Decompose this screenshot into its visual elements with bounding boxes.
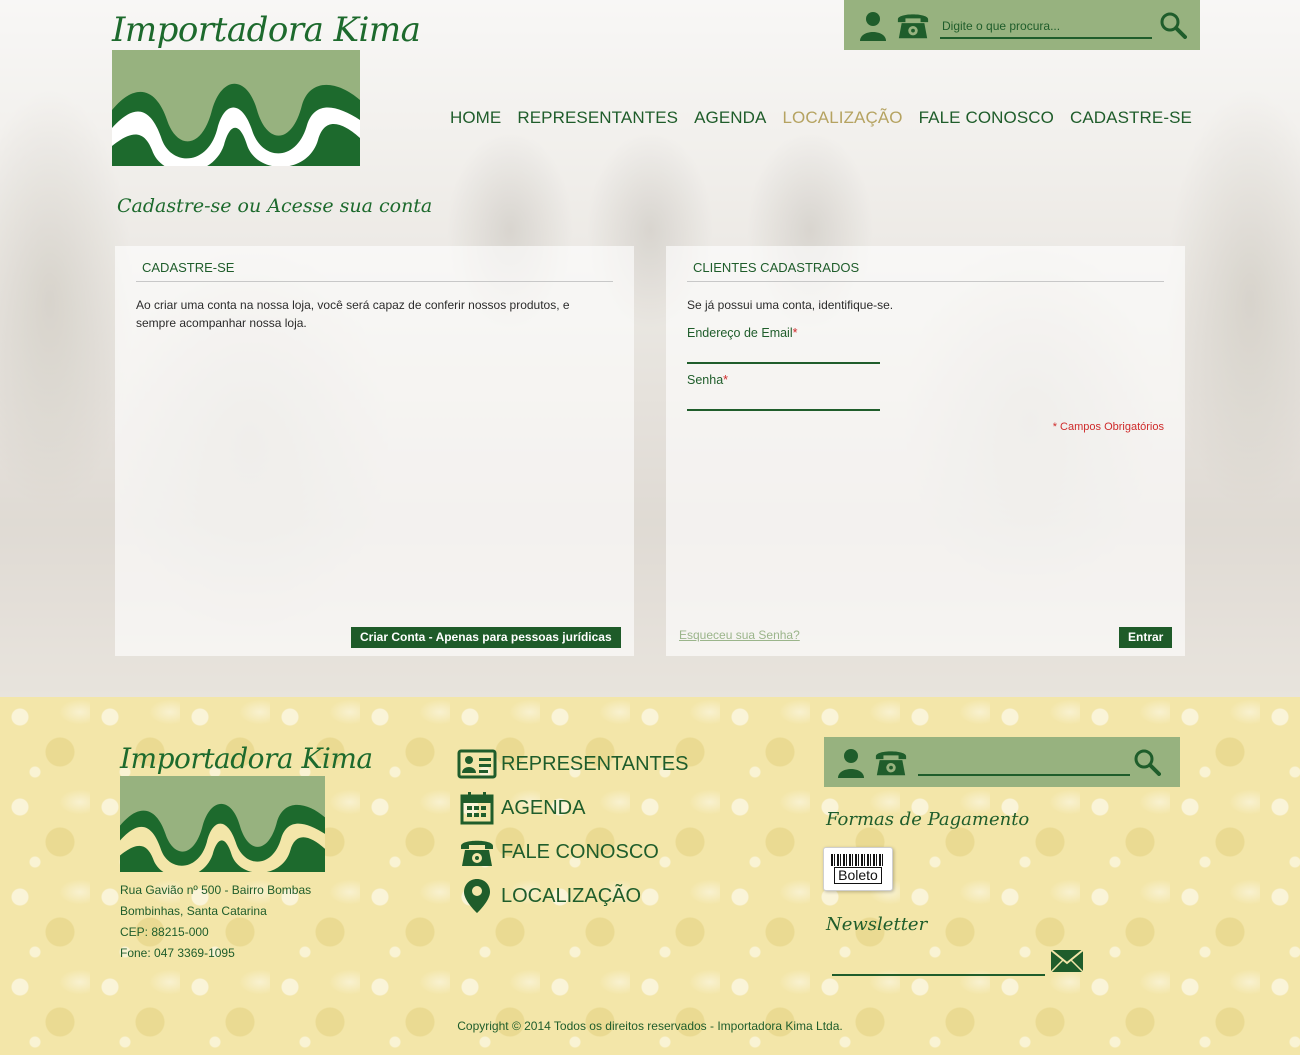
address-line: CEP: 88215-000 [120, 925, 209, 939]
nav-agenda[interactable]: AGENDA [694, 108, 766, 128]
nav-cadastre-se[interactable]: CADASTRE-SE [1070, 108, 1192, 128]
register-panel: CADASTRE-SE Ao criar uma conta na nossa … [115, 246, 634, 656]
forgot-password-link[interactable]: Esqueceu sua Senha? [679, 628, 800, 642]
footer-nav-label[interactable]: REPRESENTANTES [501, 753, 688, 776]
nav-representantes[interactable]: REPRESENTANTES [517, 108, 678, 128]
nav-localizacao[interactable]: LOCALIZAÇÃO [783, 108, 903, 128]
search-icon[interactable] [1130, 745, 1164, 779]
footer-nav-representantes[interactable]: REPRESENTANTES [456, 742, 688, 786]
footer-address: Rua Gavião nº 500 - Bairro Bombas Bombin… [120, 880, 311, 964]
footer-logo-wordmark: Importadora Kima [120, 742, 373, 775]
footer-logo-emblem [120, 776, 325, 872]
id-card-icon [456, 744, 498, 784]
barcode-icon [831, 854, 885, 866]
password-field[interactable] [687, 385, 880, 411]
create-account-button[interactable]: Criar Conta - Apenas para pessoas jurídi… [351, 627, 621, 648]
address-line: Bombinhas, Santa Catarina [120, 904, 267, 918]
required-fields-note: * Campos Obrigatórios [1052, 421, 1164, 433]
register-panel-title: CADASTRE-SE [136, 260, 613, 282]
nav-home[interactable]: HOME [450, 108, 501, 128]
address-line: Rua Gavião nº 500 - Bairro Bombas [120, 883, 312, 897]
logo-wordmark: Importadora Kima [112, 10, 421, 50]
main-nav: HOME REPRESENTANTES AGENDA LOCALIZAÇÃO F… [434, 108, 1192, 128]
copyright-text: Copyright © 2014 Todos os direitos reser… [457, 1019, 843, 1033]
map-pin-icon [456, 876, 498, 916]
phone-icon[interactable] [874, 745, 908, 779]
footer-logo[interactable]: Importadora Kima [120, 742, 373, 872]
login-panel-title: CLIENTES CADASTRADOS [687, 260, 1164, 282]
footer-nav-localizacao[interactable]: LOCALIZAÇÃO [456, 874, 688, 918]
search-input[interactable] [940, 11, 1152, 39]
nav-fale-conosco[interactable]: FALE CONOSCO [919, 108, 1054, 128]
footer: Importadora Kima Rua Gavião nº 500 - Bai… [0, 697, 1300, 1055]
search-icon[interactable] [1156, 8, 1190, 42]
account-icon[interactable] [856, 8, 890, 42]
login-panel: CLIENTES CADASTRADOS Se já possui uma co… [666, 246, 1185, 656]
footer-nav-agenda[interactable]: AGENDA [456, 786, 688, 830]
footer-search-input[interactable] [918, 748, 1130, 776]
footer-toolbar [824, 737, 1180, 787]
newsletter-heading: Newsletter [826, 914, 928, 935]
boleto-badge: Boleto [823, 847, 893, 891]
email-field[interactable] [687, 338, 880, 364]
footer-nav-label[interactable]: LOCALIZAÇÃO [501, 885, 641, 908]
phone-icon[interactable] [896, 8, 930, 42]
site-logo[interactable]: Importadora Kima [112, 10, 421, 166]
calendar-icon [456, 788, 498, 828]
register-description: Ao criar uma conta na nossa loja, você s… [136, 298, 570, 330]
boleto-label: Boleto [834, 867, 882, 884]
page-tagline: Cadastre-se ou Acesse sua conta [117, 195, 433, 217]
account-icon[interactable] [834, 745, 868, 779]
envelope-icon[interactable] [1050, 949, 1084, 973]
login-description: Se já possui uma conta, identifique-se. [687, 298, 894, 312]
login-button[interactable]: Entrar [1119, 627, 1173, 648]
footer-nav-label[interactable]: FALE CONOSCO [501, 841, 659, 864]
footer-nav-fale-conosco[interactable]: FALE CONOSCO [456, 830, 688, 874]
address-line: Fone: 047 3369-1095 [120, 946, 235, 960]
footer-nav-label[interactable]: AGENDA [501, 797, 585, 820]
phone-icon [456, 832, 498, 872]
logo-emblem [112, 50, 360, 166]
newsletter-email-input[interactable] [832, 952, 1045, 976]
footer-nav: REPRESENTANTES AGENDA FALE CONOSCO LOCAL… [456, 742, 688, 918]
header-toolbar [844, 0, 1200, 50]
payment-heading: Formas de Pagamento [826, 809, 1030, 830]
